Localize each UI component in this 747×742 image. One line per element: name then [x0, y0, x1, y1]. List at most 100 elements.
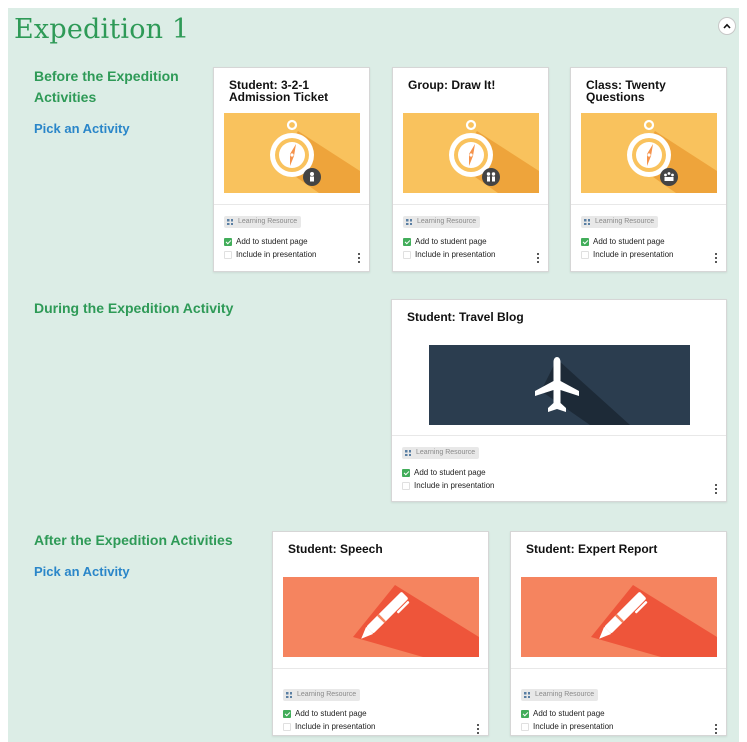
- add-to-student-page-label: Add to student page: [414, 468, 486, 477]
- learning-resource-badge: Learning Resource: [224, 216, 302, 228]
- card-title-line2: Questions: [586, 90, 645, 104]
- activity-card-travel-blog[interactable]: Student: Travel Blog Learning Resource A…: [391, 299, 727, 502]
- grid-icon: [406, 219, 412, 225]
- add-to-student-page-label: Add to student page: [236, 237, 308, 246]
- badge-label: Learning Resource: [238, 218, 298, 225]
- card-title-line1: Student: Expert Report: [526, 542, 658, 556]
- card-title-line2: Admission Ticket: [229, 90, 329, 104]
- add-to-student-page-checkbox[interactable]: [283, 710, 291, 718]
- activity-card-admission-ticket[interactable]: Student: 3-2-1 Admission Ticket Learning…: [213, 67, 370, 272]
- add-to-student-page-checkbox[interactable]: [581, 238, 589, 246]
- card-image: [224, 113, 360, 193]
- during-section-label: During the Expedition Activity: [34, 300, 234, 316]
- card-title-line1: Student: Speech: [288, 542, 383, 556]
- card-divider: [214, 204, 369, 205]
- card-image: [521, 577, 717, 657]
- include-in-presentation-label: Include in presentation: [414, 481, 495, 490]
- include-in-presentation-option: Include in presentation: [283, 722, 376, 732]
- include-in-presentation-option: Include in presentation: [402, 481, 495, 491]
- add-to-student-page-option: Add to student page: [283, 709, 367, 719]
- more-options-icon[interactable]: [355, 251, 363, 265]
- grid-icon: [524, 692, 530, 698]
- include-in-presentation-option: Include in presentation: [403, 250, 496, 260]
- badge-label: Learning Resource: [417, 218, 477, 225]
- expedition-title: Expedition 1: [14, 14, 190, 45]
- badge-label: Learning Resource: [416, 449, 476, 456]
- chevron-up-icon: [723, 23, 731, 29]
- include-in-presentation-label: Include in presentation: [236, 250, 317, 259]
- include-in-presentation-label: Include in presentation: [415, 250, 496, 259]
- card-divider: [392, 435, 726, 436]
- activity-card-expert-report[interactable]: Student: Expert Report Learning Resource…: [510, 531, 727, 736]
- pick-activity-link-before[interactable]: Pick an Activity: [34, 121, 130, 136]
- card-divider: [571, 204, 726, 205]
- pick-activity-link-after[interactable]: Pick an Activity: [34, 564, 130, 579]
- include-in-presentation-option: Include in presentation: [521, 722, 614, 732]
- compass-icon: [403, 113, 539, 193]
- include-in-presentation-checkbox[interactable]: [402, 482, 410, 490]
- add-to-student-page-option: Add to student page: [521, 709, 605, 719]
- grid-icon: [405, 450, 411, 456]
- badge-label: Learning Resource: [595, 218, 655, 225]
- add-to-student-page-checkbox[interactable]: [402, 469, 410, 477]
- learning-resource-badge: Learning Resource: [521, 689, 599, 701]
- include-in-presentation-checkbox[interactable]: [581, 251, 589, 259]
- pen-icon: [521, 577, 717, 657]
- pen-icon: [283, 577, 479, 657]
- after-section-label: After the Expedition Activities: [34, 532, 233, 548]
- before-section-label-line2: Activities: [34, 89, 97, 105]
- grid-icon: [286, 692, 292, 698]
- card-image: [283, 577, 479, 657]
- card-image: [581, 113, 717, 193]
- learning-resource-badge: Learning Resource: [581, 216, 659, 228]
- more-options-icon[interactable]: [712, 251, 720, 265]
- add-to-student-page-checkbox[interactable]: [403, 238, 411, 246]
- card-title: Student: 3-2-1 Admission Ticket: [229, 79, 359, 103]
- add-to-student-page-option: Add to student page: [224, 237, 308, 247]
- add-to-student-page-label: Add to student page: [295, 709, 367, 718]
- expedition-panel: Expedition 1 Before the Expedition Activ…: [8, 8, 739, 742]
- learning-resource-badge: Learning Resource: [402, 447, 480, 459]
- add-to-student-page-option: Add to student page: [402, 468, 486, 478]
- include-in-presentation-option: Include in presentation: [224, 250, 317, 260]
- airplane-icon: [429, 345, 690, 425]
- before-section-label-line1: Before the Expedition: [34, 68, 179, 84]
- activity-card-twenty-questions[interactable]: Class: Twenty Questions Learning Resourc…: [570, 67, 727, 272]
- learning-resource-badge: Learning Resource: [403, 216, 481, 228]
- add-to-student-page-option: Add to student page: [403, 237, 487, 247]
- card-title: Student: Travel Blog: [407, 311, 716, 323]
- include-in-presentation-label: Include in presentation: [593, 250, 674, 259]
- card-title: Student: Expert Report: [526, 543, 716, 555]
- activity-card-draw-it[interactable]: Group: Draw It! Learning Resource Add to…: [392, 67, 549, 272]
- collapse-button[interactable]: [718, 17, 736, 35]
- compass-icon: [224, 113, 360, 193]
- add-to-student-page-checkbox[interactable]: [521, 710, 529, 718]
- more-options-icon[interactable]: [474, 722, 482, 735]
- include-in-presentation-label: Include in presentation: [533, 722, 614, 731]
- learning-resource-badge: Learning Resource: [283, 689, 361, 701]
- add-to-student-page-checkbox[interactable]: [224, 238, 232, 246]
- add-to-student-page-label: Add to student page: [533, 709, 605, 718]
- include-in-presentation-checkbox[interactable]: [283, 723, 291, 731]
- add-to-student-page-label: Add to student page: [593, 237, 665, 246]
- card-image: [429, 345, 690, 425]
- more-options-icon[interactable]: [534, 251, 542, 265]
- card-title: Student: Speech: [288, 543, 478, 555]
- include-in-presentation-checkbox[interactable]: [403, 251, 411, 259]
- card-title-line1: Group: Draw It!: [408, 78, 496, 92]
- card-divider: [511, 668, 726, 669]
- include-in-presentation-label: Include in presentation: [295, 722, 376, 731]
- card-title-line1: Student: Travel Blog: [407, 310, 524, 324]
- compass-icon: [581, 113, 717, 193]
- card-divider: [393, 204, 548, 205]
- card-title: Group: Draw It!: [408, 79, 538, 91]
- more-options-icon[interactable]: [712, 722, 720, 735]
- grid-icon: [227, 219, 233, 225]
- add-to-student-page-label: Add to student page: [415, 237, 487, 246]
- more-options-icon[interactable]: [712, 482, 720, 496]
- badge-label: Learning Resource: [535, 691, 595, 698]
- activity-card-speech[interactable]: Student: Speech Learning Resource Add to…: [272, 531, 489, 736]
- include-in-presentation-checkbox[interactable]: [224, 251, 232, 259]
- include-in-presentation-checkbox[interactable]: [521, 723, 529, 731]
- add-to-student-page-option: Add to student page: [581, 237, 665, 247]
